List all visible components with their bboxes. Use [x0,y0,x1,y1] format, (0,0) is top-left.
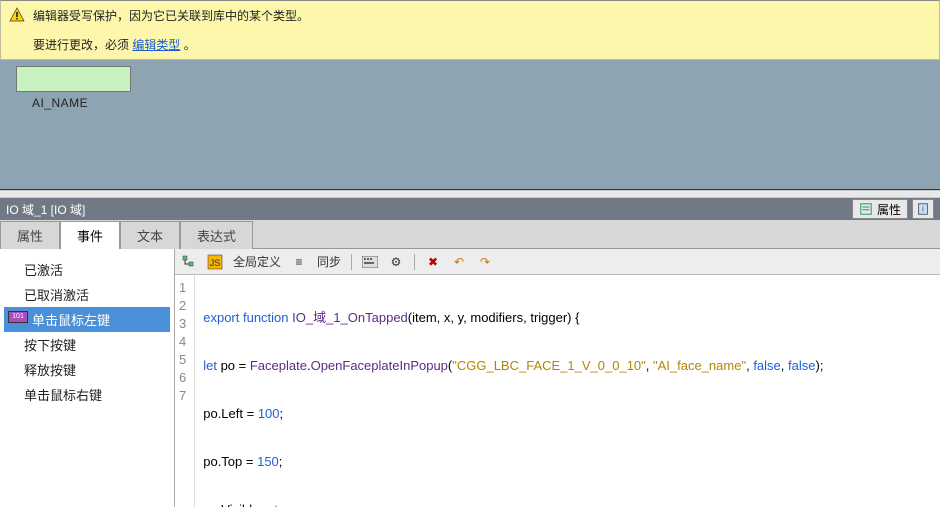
event-item-right-click[interactable]: 单击鼠标右键 [4,382,170,407]
event-list: 已激活 已取消激活 101单击鼠标左键 按下按键 释放按键 单击鼠标右键 [0,249,175,507]
js-icon[interactable]: JS [207,254,223,270]
inspector-pane: 已激活 已取消激活 101单击鼠标左键 按下按键 释放按键 单击鼠标右键 JS … [0,249,940,507]
separator [414,254,415,270]
script-editor: JS 全局定义 ≡ 同步 ⚙ ✖ ↶ ↷ 1234567 export func… [175,249,940,507]
banner-line2: 要进行更改，必须 编辑类型 。 [33,36,309,53]
redo-icon[interactable]: ↷ [477,254,493,270]
event-item-deactivated[interactable]: 已取消激活 [4,282,170,307]
keyboard-icon[interactable] [362,254,378,270]
sync-label[interactable]: 同步 [317,253,341,270]
event-item-key-up[interactable]: 释放按键 [4,357,170,382]
code-area[interactable]: 1234567 export function IO_域_1_OnTapped(… [175,275,940,507]
line-gutter: 1234567 [175,275,195,507]
code-lines[interactable]: export function IO_域_1_OnTapped(item, x,… [195,275,831,507]
svg-text:JS: JS [210,258,221,268]
undo-icon[interactable]: ↶ [451,254,467,270]
tab-events[interactable]: 事件 [60,221,120,249]
global-def-label[interactable]: 全局定义 [233,253,281,270]
tree-icon[interactable] [181,254,197,270]
delete-icon[interactable]: ✖ [425,254,441,270]
edit-type-link[interactable]: 编辑类型 [132,38,180,52]
script-badge-icon: 101 [8,311,28,323]
io-field-label: AI_NAME [32,96,88,110]
splitter[interactable] [0,190,940,198]
banner-line1: 编辑器受写保护，因为它已关联到库中的某个类型。 [33,7,309,24]
write-protect-banner: 编辑器受写保护，因为它已关联到库中的某个类型。 要进行更改，必须 编辑类型 。 [0,0,940,60]
inspector-tabs: 属性 事件 文本 表达式 [0,220,940,249]
indent-icon[interactable]: ≡ [291,254,307,270]
tab-expression[interactable]: 表达式 [180,221,253,249]
event-item-left-click[interactable]: 101单击鼠标左键 [4,307,170,332]
io-field-object[interactable] [16,66,131,92]
inspector-titlebar: IO 域_1 [IO 域] 属性 i [0,198,940,220]
warning-icon [9,7,25,23]
hmi-canvas[interactable]: AI_NAME [0,60,940,190]
event-item-key-down[interactable]: 按下按键 [4,332,170,357]
svg-text:i: i [922,205,924,214]
editor-toolbar: JS 全局定义 ≡ 同步 ⚙ ✖ ↶ ↷ [175,249,940,275]
properties-button[interactable]: 属性 [852,199,908,219]
inspector-title: IO 域_1 [IO 域] [6,201,85,218]
separator [351,254,352,270]
tab-text[interactable]: 文本 [120,221,180,249]
tab-properties[interactable]: 属性 [0,221,60,249]
info-button[interactable]: i [912,199,934,219]
gear-icon[interactable]: ⚙ [388,254,404,270]
event-item-activated[interactable]: 已激活 [4,257,170,282]
